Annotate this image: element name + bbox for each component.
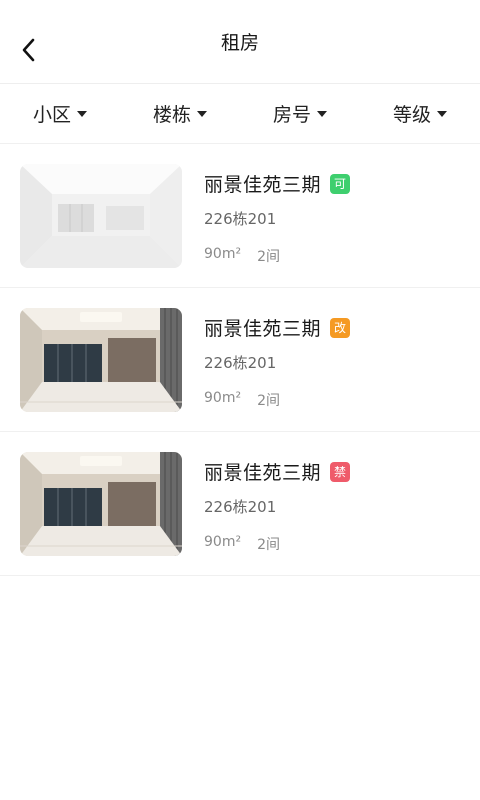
chevron-left-icon <box>22 38 35 62</box>
unit-code: 226栋201 <box>204 354 277 372</box>
unit-code: 226栋201 <box>204 210 277 228</box>
area-text: 90m² <box>204 390 242 406</box>
listing-card[interactable]: 丽景佳苑三期 改 226栋201 90m² 2间 <box>0 288 480 432</box>
rooms-text: 2间 <box>257 393 280 409</box>
listing-card[interactable]: 丽景佳苑三期 可 226栋201 90m² 2间 <box>0 144 480 288</box>
status-badge: 改 <box>330 317 351 338</box>
listing-photo <box>20 308 182 412</box>
area-text: 90m² <box>204 246 242 262</box>
listing-name: 丽景佳苑三期 <box>204 174 322 196</box>
listing-photo <box>20 452 182 556</box>
filter-label: 小区 <box>32 104 71 126</box>
listing-info: 丽景佳苑三期 可 226栋201 90m² 2间 <box>204 164 351 266</box>
app-header: 租房 <box>0 0 480 84</box>
filter-label: 楼栋 <box>152 104 191 126</box>
caret-down-icon <box>437 110 447 117</box>
filter-level[interactable]: 等级 <box>360 100 480 127</box>
listing-name: 丽景佳苑三期 <box>204 318 322 340</box>
filter-label: 房号 <box>272 104 311 126</box>
filter-room-number[interactable]: 房号 <box>240 100 360 127</box>
rooms-text: 2间 <box>257 249 280 265</box>
back-button[interactable] <box>14 36 42 64</box>
caret-down-icon <box>317 110 327 117</box>
listing-info: 丽景佳苑三期 禁 226栋201 90m² 2间 <box>204 452 351 554</box>
page-title: 租房 <box>220 32 259 54</box>
caret-down-icon <box>77 110 87 117</box>
filter-building[interactable]: 楼栋 <box>120 100 240 127</box>
filter-label: 等级 <box>392 104 431 126</box>
area-text: 90m² <box>204 534 242 550</box>
caret-down-icon <box>197 110 207 117</box>
listing-card[interactable]: 丽景佳苑三期 禁 226栋201 90m² 2间 <box>0 432 480 576</box>
listing-name: 丽景佳苑三期 <box>204 462 322 484</box>
rooms-text: 2间 <box>257 537 280 553</box>
filter-bar: 小区 楼栋 房号 等级 <box>0 84 480 144</box>
status-badge: 禁 <box>330 461 351 482</box>
status-badge: 可 <box>330 173 351 194</box>
listing-info: 丽景佳苑三期 改 226栋201 90m² 2间 <box>204 308 351 410</box>
filter-community[interactable]: 小区 <box>0 100 120 127</box>
listing-list: 丽景佳苑三期 可 226栋201 90m² 2间 丽景佳苑三期 改 226栋20… <box>0 144 480 576</box>
listing-photo <box>20 164 182 268</box>
unit-code: 226栋201 <box>204 498 277 516</box>
